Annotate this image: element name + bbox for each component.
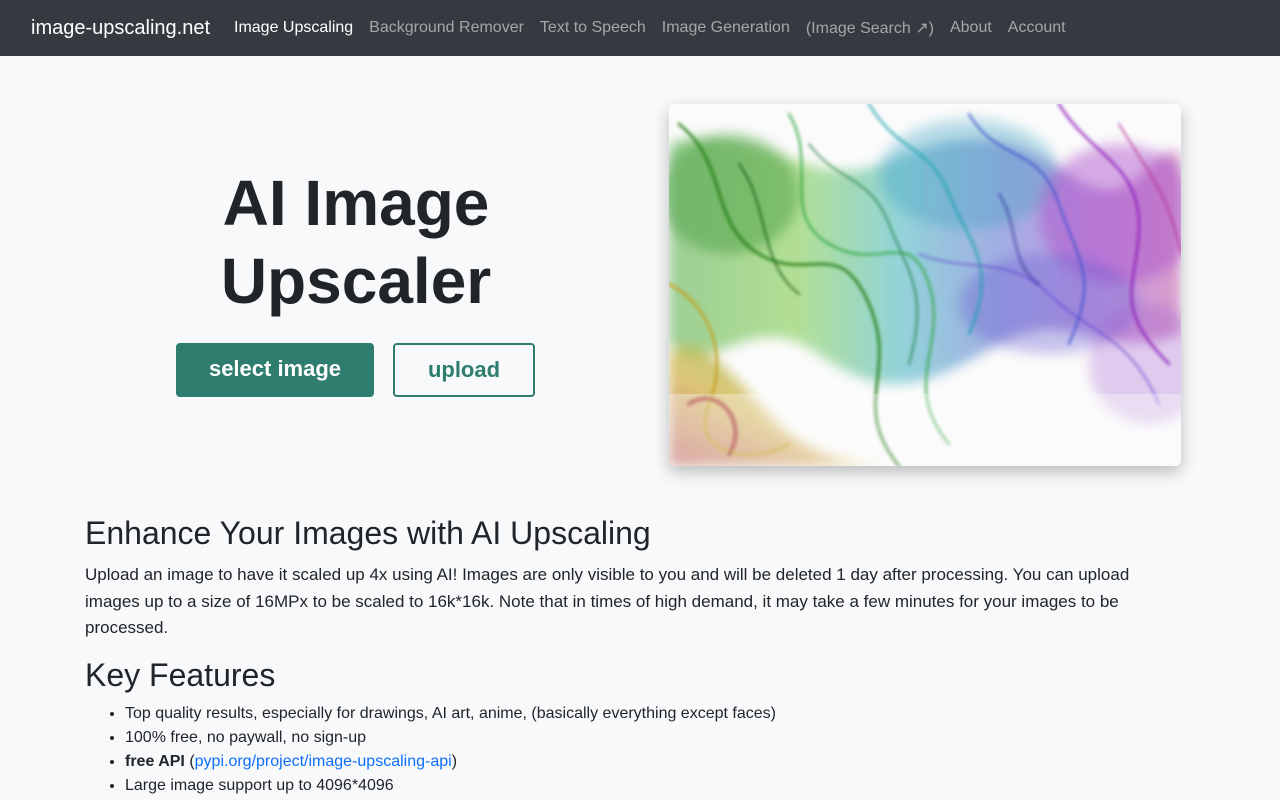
nav-item-image-generation[interactable]: Image Generation <box>662 19 790 37</box>
nav-item-background-remover[interactable]: Background Remover <box>369 19 524 37</box>
select-image-button[interactable]: select image <box>176 343 374 397</box>
intro-paragraph: Upload an image to have it scaled up 4x … <box>85 565 1130 638</box>
free-api-label: free API <box>125 752 185 770</box>
nav-item-image-search[interactable]: (Image Search ↗) <box>806 18 934 38</box>
upload-button[interactable]: upload <box>393 343 535 397</box>
section-title: Enhance Your Images with AI Upscaling <box>85 515 651 551</box>
paren-close: ) <box>451 752 458 770</box>
list-item: Large image support up to 4096*4096 <box>125 774 1185 798</box>
navbar: image-upscaling.net Image Upscaling Back… <box>0 0 1280 56</box>
page-title-line-2: Upscaler <box>220 245 492 317</box>
brand-link[interactable]: image-upscaling.net <box>31 17 210 40</box>
hero-smoke-image <box>669 104 1181 466</box>
page-title: AI Image Upscaler <box>140 164 572 320</box>
main-content: Enhance Your Images with AI Upscaling Up… <box>85 514 1185 798</box>
list-item: Top quality results, especially for draw… <box>125 702 1185 726</box>
pypi-api-link[interactable]: pypi.org/project/image-upscaling-api <box>195 753 452 770</box>
features-list: Top quality results, especially for draw… <box>85 702 1185 798</box>
paren-open: ( <box>184 752 195 770</box>
nav-item-account[interactable]: Account <box>1008 19 1066 37</box>
list-item: 100% free, no paywall, no sign-up <box>125 726 1185 750</box>
features-title: Key Features <box>85 656 276 693</box>
page-title-line-1: AI Image <box>222 167 490 239</box>
rainbow-smoke-illustration <box>669 104 1181 466</box>
nav-item-about[interactable]: About <box>950 19 992 37</box>
nav-item-image-upscaling[interactable]: Image Upscaling <box>234 19 353 37</box>
nav-item-text-to-speech[interactable]: Text to Speech <box>540 19 646 37</box>
list-item: free API (pypi.org/project/image-upscali… <box>125 750 1185 774</box>
hero-section: AI Image Upscaler select image upload <box>0 56 1280 486</box>
